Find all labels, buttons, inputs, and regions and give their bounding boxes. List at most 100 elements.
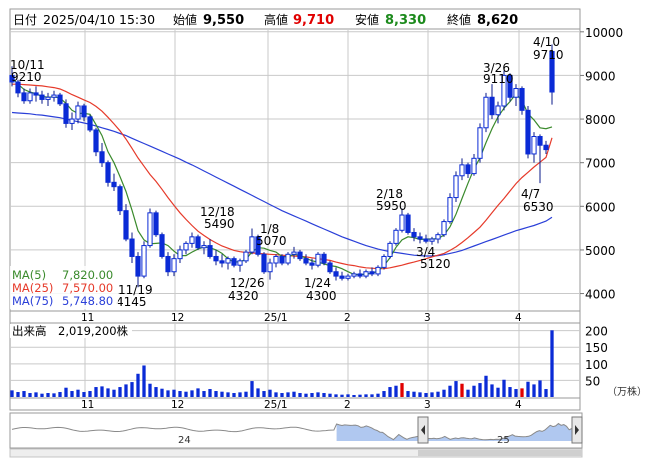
volume-bar: [226, 392, 230, 397]
annotation-price: 4300: [306, 289, 337, 303]
volume-x-tick-label: 12: [171, 399, 184, 411]
volume-y-tick-label: 100: [585, 358, 608, 372]
candle-up: [531, 136, 537, 155]
volume-bar: [232, 393, 236, 397]
candle-down: [297, 251, 303, 260]
candle-down: [321, 253, 327, 264]
annotation-date: 12/26: [230, 276, 265, 290]
low-label: 安値: [355, 12, 379, 27]
volume-bar: [130, 382, 134, 397]
annotation-date: 1/24: [304, 276, 331, 290]
candle-down: [369, 271, 375, 275]
volume-x-tick-label: 4: [515, 399, 522, 411]
volume-bar: [394, 385, 398, 397]
candle-up: [447, 197, 453, 223]
volume-bar: [310, 393, 314, 397]
annotation-price: 5490: [204, 217, 235, 231]
navigator-right-handle[interactable]: [571, 416, 583, 444]
volume-bar: [388, 387, 392, 397]
volume-y-tick-label: 150: [585, 341, 608, 355]
candle-down: [129, 238, 135, 257]
volume-bar: [70, 391, 74, 397]
candle-down: [153, 212, 159, 236]
candle-down: [339, 275, 345, 279]
volume-bar: [526, 381, 530, 397]
candle-down: [39, 94, 45, 100]
low-value: 8,330: [385, 13, 426, 28]
volume-bar: [430, 392, 434, 397]
price-x-tick-label: 11: [81, 312, 94, 324]
volume-bar: [322, 393, 326, 397]
volume-bar: [178, 391, 182, 397]
navigator-left-handle[interactable]: [417, 416, 429, 444]
candle-up: [351, 273, 357, 277]
candle-down: [261, 253, 267, 273]
volume-bar: [484, 375, 488, 397]
volume-bar: [274, 392, 278, 397]
volume-bar: [160, 388, 164, 397]
volume-bar: [328, 393, 332, 397]
price-y-axis: 10000 9000 8000 7000 6000 5000 4000: [580, 26, 623, 302]
volume-bar: [214, 391, 218, 397]
volume-bar: [88, 391, 92, 397]
candle-up: [177, 249, 183, 260]
volume-bar: [190, 390, 194, 397]
navigator-scrollbar-thumb[interactable]: [418, 450, 582, 456]
close-label: 終値: [447, 12, 471, 27]
open-value: 9,550: [203, 13, 244, 28]
candle-down: [405, 214, 411, 233]
stock-chart-widget: 日付 2025/04/10 15:30 始値 9,550 高値 9,710 安値…: [0, 0, 653, 470]
candle-up: [147, 212, 153, 247]
volume-bar: [238, 392, 242, 397]
candle-up: [285, 253, 291, 264]
volume-bar: [454, 381, 458, 397]
annotation-price: 5950: [376, 199, 407, 213]
volume-bar: [304, 393, 308, 397]
volume-bar: [106, 388, 110, 397]
legend-ma25-label: MA(25): [12, 281, 53, 295]
candle-up: [459, 164, 465, 177]
volume-bar: [496, 387, 500, 397]
annotation-price: 5120: [420, 257, 451, 271]
high-label: 高値: [264, 12, 288, 27]
volume-bar: [376, 393, 380, 397]
volume-bar: [34, 392, 38, 397]
volume-unit: （万株）: [607, 385, 647, 398]
price-y-tick-label: 9000: [585, 69, 616, 83]
candle-down: [417, 236, 423, 240]
price-x-tick-label: 25/1: [264, 312, 288, 324]
volume-bar: [418, 392, 422, 397]
candle-up: [513, 88, 519, 98]
volume-bar: [244, 391, 248, 397]
candle-up: [237, 260, 243, 266]
volume-bar: [340, 394, 344, 397]
candle-down: [135, 255, 141, 277]
candle-down: [231, 258, 237, 266]
volume-bar: [292, 391, 296, 397]
candle-down: [105, 162, 111, 183]
volume-x-tick-label: 2: [344, 399, 351, 411]
candle-up: [171, 258, 177, 273]
legend-ma5-label: MA(5): [12, 268, 46, 282]
legend-ma75-value: 5,748.80: [62, 294, 113, 308]
volume-bar: [472, 385, 476, 397]
volume-bar: [478, 383, 482, 397]
candle-down: [309, 262, 315, 266]
candle-down: [423, 238, 429, 242]
volume-bar: [148, 383, 152, 397]
open-label: 始値: [173, 12, 197, 27]
price-x-tick-label: 12: [171, 312, 184, 324]
price-y-tick-label: 4000: [585, 288, 616, 302]
volume-bar: [112, 389, 116, 397]
candle-down: [303, 258, 309, 264]
volume-bar: [550, 330, 554, 397]
volume-bar: [58, 392, 62, 397]
volume-bar: [100, 386, 104, 397]
volume-bar: [268, 389, 272, 397]
volume-bar: [196, 388, 200, 397]
navigator-label-25: 25: [497, 435, 510, 446]
candle-down: [207, 245, 213, 257]
annotation-price: 4320: [228, 289, 259, 303]
candle-down: [465, 164, 471, 175]
volume-bar: [544, 389, 548, 397]
